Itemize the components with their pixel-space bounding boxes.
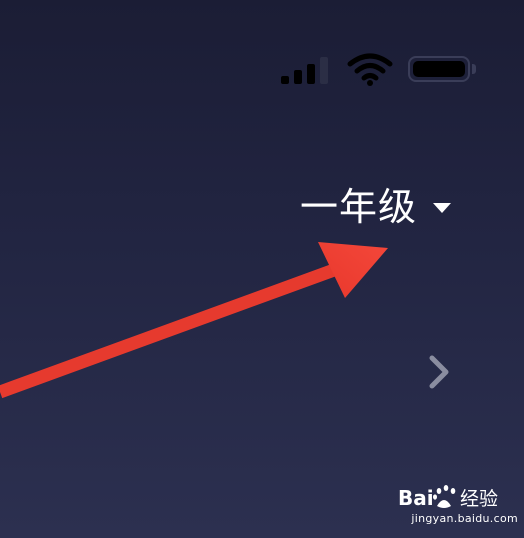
status-bar bbox=[278, 52, 488, 88]
signal-icon bbox=[278, 52, 334, 86]
wifi-icon bbox=[347, 53, 393, 86]
dropdown-icon bbox=[433, 203, 452, 213]
battery-icon bbox=[408, 56, 476, 82]
chevron-right-icon[interactable] bbox=[424, 352, 454, 392]
svg-text:Bai: Bai bbox=[398, 486, 434, 510]
grade-selector[interactable]: 一年级 bbox=[300, 182, 452, 232]
grade-label: 一年级 bbox=[300, 185, 418, 229]
baidu-logo: Bai 经验 bbox=[398, 485, 498, 510]
watermark-url: jingyan.baidu.com bbox=[411, 512, 518, 525]
watermark: Bai 经验 jingyan.baidu.com bbox=[398, 482, 518, 530]
svg-text:经验: 经验 bbox=[460, 488, 498, 510]
